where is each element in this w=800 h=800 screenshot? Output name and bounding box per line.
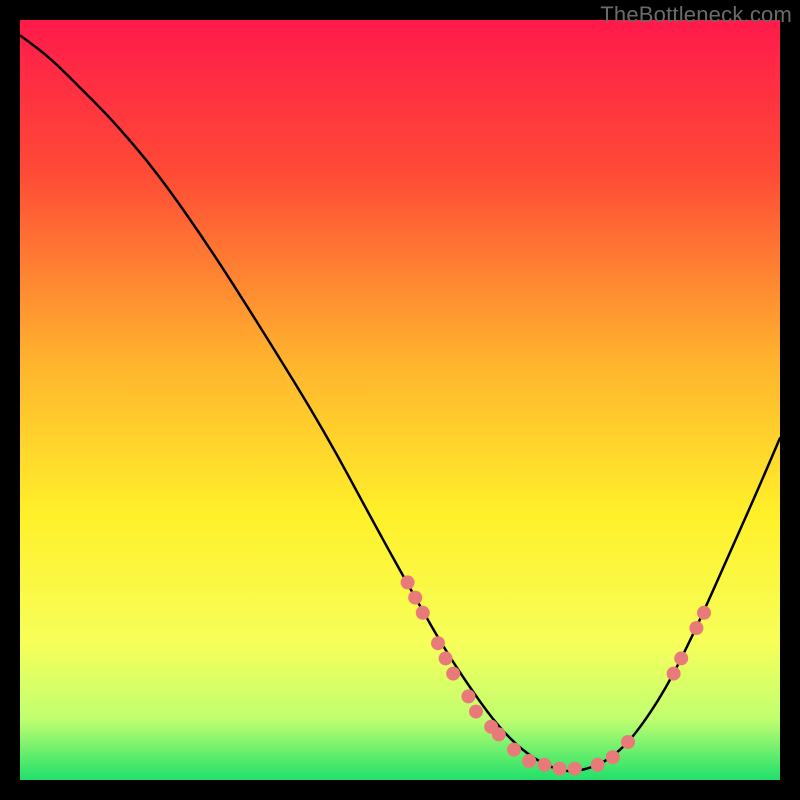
- data-marker: [408, 591, 422, 605]
- data-marker: [401, 575, 415, 589]
- data-marker: [689, 621, 703, 635]
- data-marker: [697, 606, 711, 620]
- data-marker: [469, 705, 483, 719]
- data-marker: [461, 689, 475, 703]
- data-marker: [492, 727, 506, 741]
- data-marker: [621, 735, 635, 749]
- chart-svg: [20, 20, 780, 780]
- chart-container: [20, 20, 780, 780]
- data-marker: [522, 754, 536, 768]
- data-marker: [553, 762, 567, 776]
- data-marker: [674, 651, 688, 665]
- data-marker: [507, 743, 521, 757]
- data-marker: [446, 667, 460, 681]
- data-marker: [416, 606, 430, 620]
- data-marker: [606, 750, 620, 764]
- data-marker: [431, 636, 445, 650]
- watermark-text: TheBottleneck.com: [600, 2, 792, 28]
- data-marker: [537, 758, 551, 772]
- data-marker: [439, 651, 453, 665]
- data-marker: [568, 762, 582, 776]
- data-marker: [667, 667, 681, 681]
- data-marker: [591, 758, 605, 772]
- gradient-background: [20, 20, 780, 780]
